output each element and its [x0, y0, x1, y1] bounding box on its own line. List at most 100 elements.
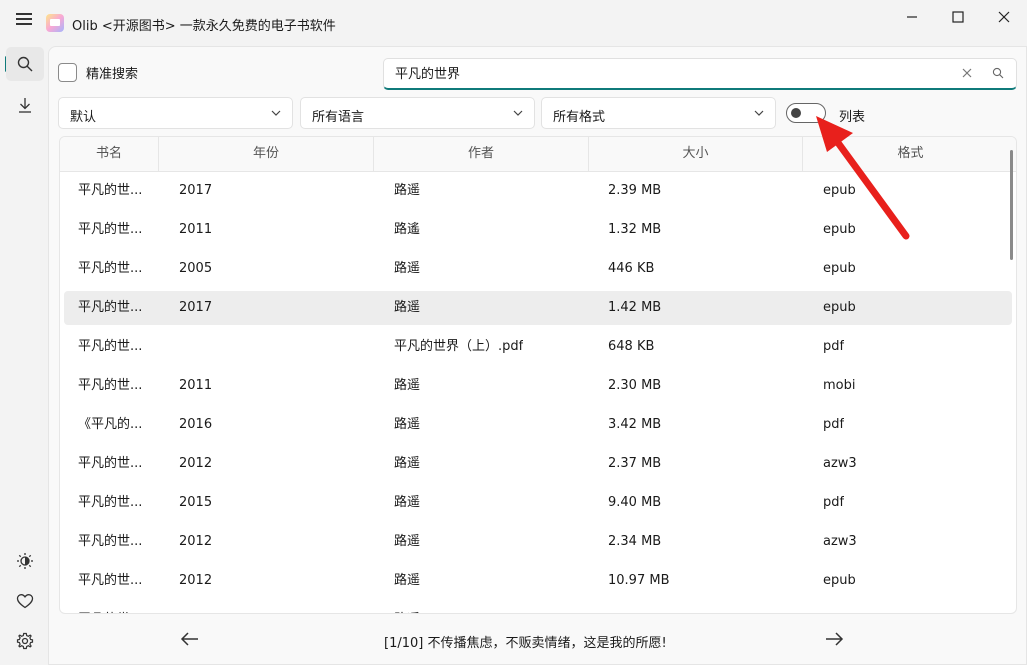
- column-header-year[interactable]: 年份: [159, 137, 374, 171]
- cell-size: 2.30 MB: [608, 378, 662, 393]
- cell-year: 2012: [179, 534, 213, 549]
- column-header-author[interactable]: 作者: [374, 137, 589, 171]
- cell-year: 2012: [179, 456, 213, 471]
- hamburger-menu-button[interactable]: [12, 10, 36, 28]
- list-view-toggle[interactable]: [786, 103, 826, 123]
- cell-size: 2.39 MB: [608, 183, 662, 198]
- brightness-icon: [17, 553, 33, 569]
- cell-year: 2005: [179, 261, 213, 276]
- cell-format: epub: [823, 183, 856, 198]
- close-icon: [962, 68, 972, 78]
- nav-favorites[interactable]: [6, 584, 44, 618]
- language-dropdown-value: 所有语言: [312, 110, 365, 125]
- table-row[interactable]: 平凡的世... 2012 路遥 2.34 MB azw3: [64, 525, 1012, 559]
- cell-year: 2011: [179, 222, 213, 237]
- cell-author: 路遙: [394, 222, 421, 237]
- download-icon: [19, 98, 31, 113]
- cell-author: 路遥: [394, 456, 421, 471]
- cell-author: 路遥: [394, 534, 421, 549]
- title-bar: Olib <开源图书> 一款永久免费的电子书软件: [0, 0, 1027, 36]
- table-header: 书名 年份 作者 大小 格式: [60, 137, 1016, 172]
- table-row[interactable]: 平凡的世... 2011 路遙 1.32 MB epub: [64, 213, 1012, 247]
- cell-title: 平凡的世...: [78, 573, 143, 588]
- cell-year: 2012: [179, 573, 213, 588]
- cell-title: 平凡的世...: [78, 222, 143, 237]
- cell-format: azw3: [823, 534, 857, 549]
- cell-year: 2016: [179, 417, 213, 432]
- search-submit-button[interactable]: [990, 65, 1006, 81]
- cell-format: epub: [823, 300, 856, 315]
- cell-size: 1.32 MB: [608, 222, 662, 237]
- table-row[interactable]: 平凡的世... 平凡的世界（上）.pdf 648 KB pdf: [64, 330, 1012, 364]
- cell-size: 3.42 MB: [608, 417, 662, 432]
- cell-format: epub: [823, 573, 856, 588]
- cell-year: 2017: [179, 183, 213, 198]
- table-row[interactable]: 平凡的世... 2012 路遥 10.97 MB epub: [64, 564, 1012, 598]
- column-header-size[interactable]: 大小: [589, 137, 803, 171]
- table-row[interactable]: 平凡的世... 2017 路遥 2.39 MB epub: [64, 174, 1012, 208]
- cell-size: 2.34 MB: [608, 534, 662, 549]
- cell-author: 路遥: [394, 183, 421, 198]
- table-row[interactable]: 平凡的世... 2017 路遥 1.42 MB epub: [64, 291, 1012, 325]
- nav-settings[interactable]: [6, 624, 44, 658]
- sort-dropdown-value: 默认: [70, 110, 97, 125]
- column-header-title[interactable]: 书名: [60, 137, 159, 171]
- cell-format: pdf: [823, 339, 845, 354]
- window-title: Olib <开源图书> 一款永久免费的电子书软件: [72, 19, 336, 34]
- heart-icon: [16, 594, 34, 609]
- cell-size: 9.40 MB: [608, 495, 662, 510]
- previous-page-button[interactable]: [178, 627, 204, 651]
- checkbox-box[interactable]: [58, 63, 77, 82]
- cell-format: epub: [823, 261, 856, 276]
- sort-dropdown[interactable]: 默认: [58, 97, 293, 129]
- cell-format: azw3: [823, 456, 857, 471]
- table-row[interactable]: 平凡的世... 2012 路遥 2.37 MB azw3: [64, 447, 1012, 481]
- cell-size: 1.42 MB: [608, 300, 662, 315]
- exact-search-label: 精准搜索: [86, 67, 139, 82]
- nav-downloads[interactable]: [6, 88, 44, 122]
- toggle-knob: [791, 108, 801, 118]
- table-row[interactable]: 《平凡的... 2016 路遥 3.42 MB pdf: [64, 408, 1012, 442]
- search-input[interactable]: [395, 65, 935, 80]
- cell-author: 路遥: [394, 300, 421, 315]
- cell-author: 路遥: [394, 378, 421, 393]
- cell-format: epub: [823, 222, 856, 237]
- page-status-text: [1/10] 不传播焦虑，不贩卖情绪，这是我的所愿!: [384, 636, 667, 651]
- cell-author: 路遥: [394, 417, 421, 432]
- next-page-button[interactable]: [822, 627, 848, 651]
- cell-title: 平凡的世...: [78, 261, 143, 276]
- arrow-right-icon: [826, 632, 844, 646]
- minimize-button[interactable]: [889, 0, 935, 34]
- maximize-button[interactable]: [935, 0, 981, 34]
- cell-size: 648 KB: [608, 339, 655, 354]
- cell-title: 平凡的世...: [78, 378, 143, 393]
- cell-format: pdf: [823, 417, 845, 432]
- search-icon: [992, 67, 1004, 79]
- cell-size: 446 KB: [608, 261, 655, 276]
- format-dropdown-value: 所有格式: [553, 110, 606, 125]
- cell-year: 2017: [179, 300, 213, 315]
- table-row[interactable]: 平凡的世... 2011 路遥 2.30 MB mobi: [64, 369, 1012, 403]
- cell-title: 平凡的世...: [78, 495, 143, 510]
- cell-author: 路遥: [394, 603, 420, 613]
- cell-title: 平凡的世...: [78, 534, 143, 549]
- table-row[interactable]: 平凡的世... 2005 路遥 446 KB epub: [64, 252, 1012, 286]
- table-row[interactable]: 平凡的世... 2015 路遥 9.40 MB pdf: [64, 486, 1012, 520]
- language-dropdown[interactable]: 所有语言: [300, 97, 535, 129]
- results-table: 书名 年份 作者 大小 格式 平凡的世... 2017 路遥 2.39 MB epub 平…: [59, 136, 1017, 614]
- cell-title: 平凡的世...: [78, 183, 143, 198]
- close-button[interactable]: [981, 0, 1027, 34]
- table-row[interactable]: 平凡的世... 路遥: [64, 603, 1012, 613]
- cell-title: 平凡的世...: [78, 456, 143, 471]
- clear-search-button[interactable]: [958, 64, 976, 82]
- search-box[interactable]: [383, 58, 1017, 90]
- cell-size: 2.37 MB: [608, 456, 662, 471]
- cell-author: 路遥: [394, 495, 421, 510]
- exact-search-checkbox[interactable]: 精准搜索: [58, 63, 138, 82]
- format-dropdown[interactable]: 所有格式: [541, 97, 776, 129]
- column-header-format[interactable]: 格式: [803, 137, 1016, 171]
- cell-format: pdf: [823, 495, 845, 510]
- nav-search[interactable]: [6, 47, 44, 81]
- table-scrollbar[interactable]: [1010, 150, 1013, 260]
- nav-theme[interactable]: [6, 544, 44, 578]
